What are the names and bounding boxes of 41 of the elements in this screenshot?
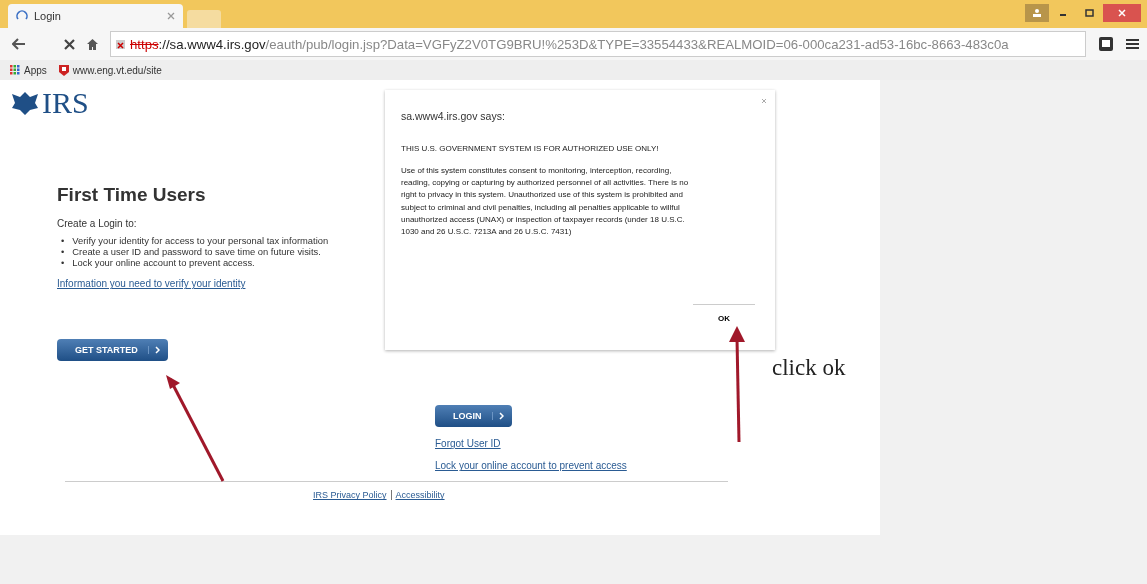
- close-icon: [761, 98, 767, 104]
- dialog-message: Use of this system constitutes consent to monitoring, interception, recording, reading, copying or capturing by authorized personnel of all activities. There is no right to privacy in this system. Unauthorized use of this system is prohibited and subject to criminal and civil penalties, including all penalties applicable to willful unauthorized access (UNAX) or inspection of taxpayer records (under 18 U.S.C. 1030 and 26 U.S.C. 7213A and 26 U.S.C. 7431): [401, 165, 690, 238]
- verify-identity-link[interactable]: Information you need to verify your identity: [57, 278, 387, 290]
- get-started-button[interactable]: GET STARTED: [57, 339, 168, 362]
- login-button[interactable]: LOGIN: [435, 405, 512, 428]
- stop-button[interactable]: [64, 38, 75, 50]
- login-help-link[interactable]: Lock your online account to prevent access: [435, 460, 880, 472]
- browser-tab[interactable]: Login: [8, 4, 183, 28]
- home-button[interactable]: [87, 38, 98, 50]
- chevron-right-icon: [154, 346, 160, 355]
- shield-icon: [58, 64, 69, 76]
- intro-text: Create a Login to:: [57, 218, 138, 229]
- bullet-mark: •: [61, 257, 65, 269]
- footer-link[interactable]: Accessibility: [395, 490, 445, 501]
- user-icon: [1032, 8, 1042, 18]
- dialog-heading: THIS U.S. GOVERNMENT SYSTEM IS FOR AUTHORIZED USE ONLY!: [401, 144, 660, 153]
- loading-icon: [16, 10, 28, 22]
- extension-button[interactable]: [1098, 36, 1114, 52]
- login-help-link[interactable]: Forgot User ID: [435, 438, 880, 450]
- bookmark-link[interactable]: Apps: [10, 64, 47, 76]
- bookmark-link[interactable]: www.eng.vt.edu/site: [58, 64, 162, 76]
- maximize-icon: [1084, 9, 1094, 17]
- insecure-page-icon: [115, 38, 126, 50]
- footer-link[interactable]: IRS Privacy Policy: [313, 490, 387, 501]
- irs-logo-text: IRS: [42, 86, 89, 120]
- chevron-right-icon: [498, 412, 504, 421]
- bullet-item: Lock your online account to prevent access.: [72, 257, 255, 269]
- tab-title: Login: [34, 10, 62, 22]
- section-heading: First Time Users: [57, 184, 207, 206]
- dialog-title: sa.www4.irs.gov says:: [401, 110, 506, 122]
- apps-grid-icon: [10, 65, 20, 75]
- annotation-text: click ok: [772, 355, 846, 381]
- bullet-item: Create a user ID and password to save time on future visits.: [72, 246, 321, 258]
- menu-button[interactable]: [1126, 38, 1139, 50]
- close-icon[interactable]: [167, 12, 175, 20]
- bullet-item: Verify your identity for access to your personal tax information: [72, 236, 329, 247]
- bullet-mark: •: [61, 236, 65, 247]
- back-button[interactable]: [12, 38, 26, 50]
- bullet-mark: •: [61, 246, 65, 258]
- close-icon: [1118, 9, 1126, 17]
- address-bar[interactable]: https://sa.www4.irs.gov/eauth/pub/login.jsp?Data=VGFyZ2V0TG9BRU!%253D&TYPE=33554433&REALMOID=06-000ca231-ad53-16bc-8663-483c0a: [110, 31, 1086, 57]
